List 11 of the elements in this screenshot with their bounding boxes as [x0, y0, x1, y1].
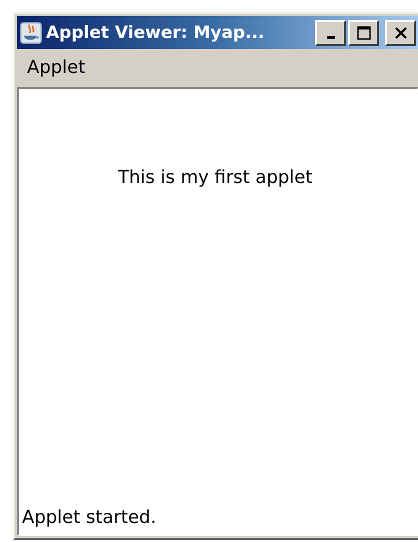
status-text: Applet started. — [22, 507, 158, 528]
close-icon — [394, 26, 408, 40]
window-title: Applet Viewer: Myap... — [46, 22, 264, 42]
minimize-icon — [326, 36, 334, 39]
close-button[interactable] — [385, 20, 416, 46]
maximize-icon — [356, 26, 370, 40]
minimize-button[interactable] — [315, 20, 346, 46]
maximize-button[interactable] — [348, 20, 379, 46]
coffee-cup-icon — [20, 22, 42, 44]
menu-item[interactable]: Applet — [27, 56, 86, 78]
applet-text: This is my first applet — [118, 167, 314, 188]
